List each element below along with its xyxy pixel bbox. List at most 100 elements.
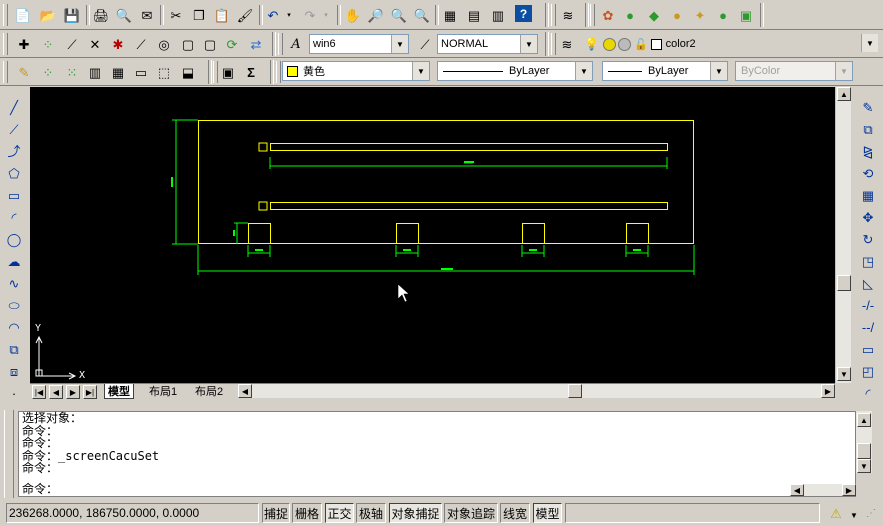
ref3-icon[interactable]: ⬓	[178, 62, 198, 82]
table-icon[interactable]: ▣	[218, 62, 238, 82]
tool-palettes-icon[interactable]: ▥	[488, 5, 508, 25]
chevron-down-icon[interactable]: ▼	[710, 62, 727, 80]
text-style-icon[interactable]: A	[286, 34, 306, 54]
pan-icon[interactable]: ✋	[343, 5, 363, 25]
chevron-down-icon[interactable]: ▼	[861, 34, 878, 52]
publish-icon[interactable]: ✉	[137, 5, 157, 25]
sun-icon[interactable]	[602, 37, 616, 51]
new-icon[interactable]: 📄	[13, 5, 33, 25]
render-6-icon[interactable]: ●	[713, 5, 733, 25]
render-4-icon[interactable]: ●	[667, 5, 687, 25]
array-icon[interactable]: ▦	[858, 185, 878, 205]
ortho-toggle[interactable]: 正交	[325, 503, 354, 523]
chamfer-icon[interactable]: ◰	[858, 361, 878, 381]
dim-style-select[interactable]: NORMAL ▼	[437, 34, 538, 54]
layer-manager-icon[interactable]: ≋	[557, 34, 577, 54]
lock-icon[interactable]: 🔓	[634, 38, 648, 51]
ellipse-icon[interactable]: ⬭	[4, 295, 24, 315]
canvas-vscroll[interactable]: ▲ ▼	[835, 87, 851, 383]
command-prompt[interactable]: 命令：	[22, 482, 855, 496]
layer-select[interactable]: 💡 🔓 color2 ▼	[582, 34, 878, 54]
layer-states-icon[interactable]: ≋	[558, 5, 578, 25]
undo-icon[interactable]: ↶	[263, 5, 283, 25]
revcloud-icon[interactable]: ☁	[4, 251, 24, 271]
save-icon[interactable]: 💾	[62, 5, 82, 25]
command-hscroll[interactable]: ◀ ▶	[790, 484, 856, 496]
construction-line-icon[interactable]: ⟋	[4, 119, 24, 139]
grid-toggle[interactable]: 栅格	[292, 503, 322, 523]
match-properties-icon[interactable]: 🖌	[235, 5, 255, 25]
design-center-icon[interactable]: ▤	[464, 5, 484, 25]
lineweight-toggle[interactable]: 线宽	[500, 503, 530, 523]
rotate-icon[interactable]: ↻	[858, 229, 878, 249]
scale-icon[interactable]: ◳	[858, 251, 878, 271]
tab-first-icon[interactable]: |◀	[32, 385, 46, 399]
polyline-icon[interactable]: ⤴	[4, 141, 24, 161]
render-icon[interactable]: ✿	[598, 5, 618, 25]
help-icon[interactable]: ?	[515, 5, 532, 22]
point-icon[interactable]: ·	[4, 383, 24, 403]
extend-icon[interactable]: --/	[858, 317, 878, 337]
rectangle-icon[interactable]: ▭	[4, 185, 24, 205]
tangent-icon[interactable]: ▢	[200, 34, 220, 54]
properties-icon[interactable]: ▦	[440, 5, 460, 25]
convert-icon[interactable]: ⇄	[246, 34, 266, 54]
chevron-down-icon[interactable]: ▼	[575, 62, 592, 80]
scroll-thumb[interactable]	[837, 275, 851, 291]
plot-icon[interactable]: 🖨	[91, 5, 111, 25]
cut-icon[interactable]: ✂	[166, 5, 186, 25]
block-icon[interactable]: ▥	[85, 62, 105, 82]
scroll-down-icon[interactable]: ▼	[857, 459, 871, 473]
status-menu-icon[interactable]: ▼	[848, 506, 860, 526]
chevron-down-icon[interactable]: ▼	[391, 35, 408, 53]
zoom-previous-icon[interactable]: 🔍	[412, 5, 432, 25]
stretch-icon[interactable]: ◺	[858, 273, 878, 293]
intersection-icon[interactable]: ✕	[85, 34, 105, 54]
osnap-toggle[interactable]: 对象捕捉	[389, 503, 442, 523]
canvas-hscroll[interactable]: ◀ ▶	[238, 384, 835, 398]
tab-last-icon[interactable]: ▶|	[83, 385, 97, 399]
extension-icon[interactable]: ✱	[108, 34, 128, 54]
trim-icon[interactable]: -/-	[858, 295, 878, 315]
tab-next-icon[interactable]: ▶	[66, 385, 80, 399]
freeze-icon[interactable]	[617, 37, 631, 51]
chevron-down-icon[interactable]: ▼	[412, 62, 429, 80]
insert-block-icon[interactable]: ⧉	[4, 339, 24, 359]
zoom-realtime-icon[interactable]: 🔎	[366, 5, 386, 25]
scroll-right-icon[interactable]: ▶	[842, 484, 856, 496]
endpoint-icon[interactable]: ⁘	[38, 34, 58, 54]
color-select[interactable]: 黄色 ▼	[282, 61, 430, 81]
comm-center-icon[interactable]: ⚠	[826, 503, 846, 523]
ellipse-arc-icon[interactable]: ◠	[4, 317, 24, 337]
paste-icon[interactable]: 📋	[212, 5, 232, 25]
line-icon[interactable]: ╱	[4, 97, 24, 117]
undo-dropdown-icon[interactable]: ▾	[284, 5, 294, 25]
ref2-icon[interactable]: ⬚	[154, 62, 174, 82]
scroll-up-icon[interactable]: ▲	[837, 87, 851, 101]
chevron-down-icon[interactable]: ▼	[520, 35, 537, 53]
plot-preview-icon[interactable]: 🔍	[114, 5, 134, 25]
grip-icon[interactable]: ⁘	[38, 62, 58, 82]
break-icon[interactable]: ▭	[858, 339, 878, 359]
scroll-up-icon[interactable]: ▲	[857, 413, 871, 427]
erase-icon[interactable]: ✎	[858, 97, 878, 117]
linetype-select[interactable]: ByLayer ▼	[437, 61, 593, 81]
command-vscroll[interactable]: ▲ ▼	[856, 411, 872, 473]
quadrant-icon[interactable]: ▢	[178, 34, 198, 54]
arc-icon[interactable]: ◜	[4, 207, 24, 227]
render-2-icon[interactable]: ●	[620, 5, 640, 25]
render-7-icon[interactable]: ▣	[736, 5, 756, 25]
redo-dropdown-icon[interactable]: ▾	[321, 5, 331, 25]
edit-icon[interactable]: ✎	[14, 62, 34, 82]
ref-icon[interactable]: ▭	[131, 62, 151, 82]
center-icon[interactable]: ◎	[154, 34, 174, 54]
parallel-icon[interactable]: ⟋	[131, 34, 151, 54]
copy-object-icon[interactable]: ⧉	[858, 119, 878, 139]
tab-prev-icon[interactable]: ◀	[49, 385, 63, 399]
command-window-grip[interactable]	[4, 410, 14, 498]
tab-layout1[interactable]: 布局1	[146, 384, 180, 398]
fillet-icon[interactable]: ◜	[858, 383, 878, 403]
spline-icon[interactable]: ∿	[4, 273, 24, 293]
hscroll-thumb[interactable]	[568, 384, 582, 398]
tab-layout2[interactable]: 布局2	[192, 384, 226, 398]
